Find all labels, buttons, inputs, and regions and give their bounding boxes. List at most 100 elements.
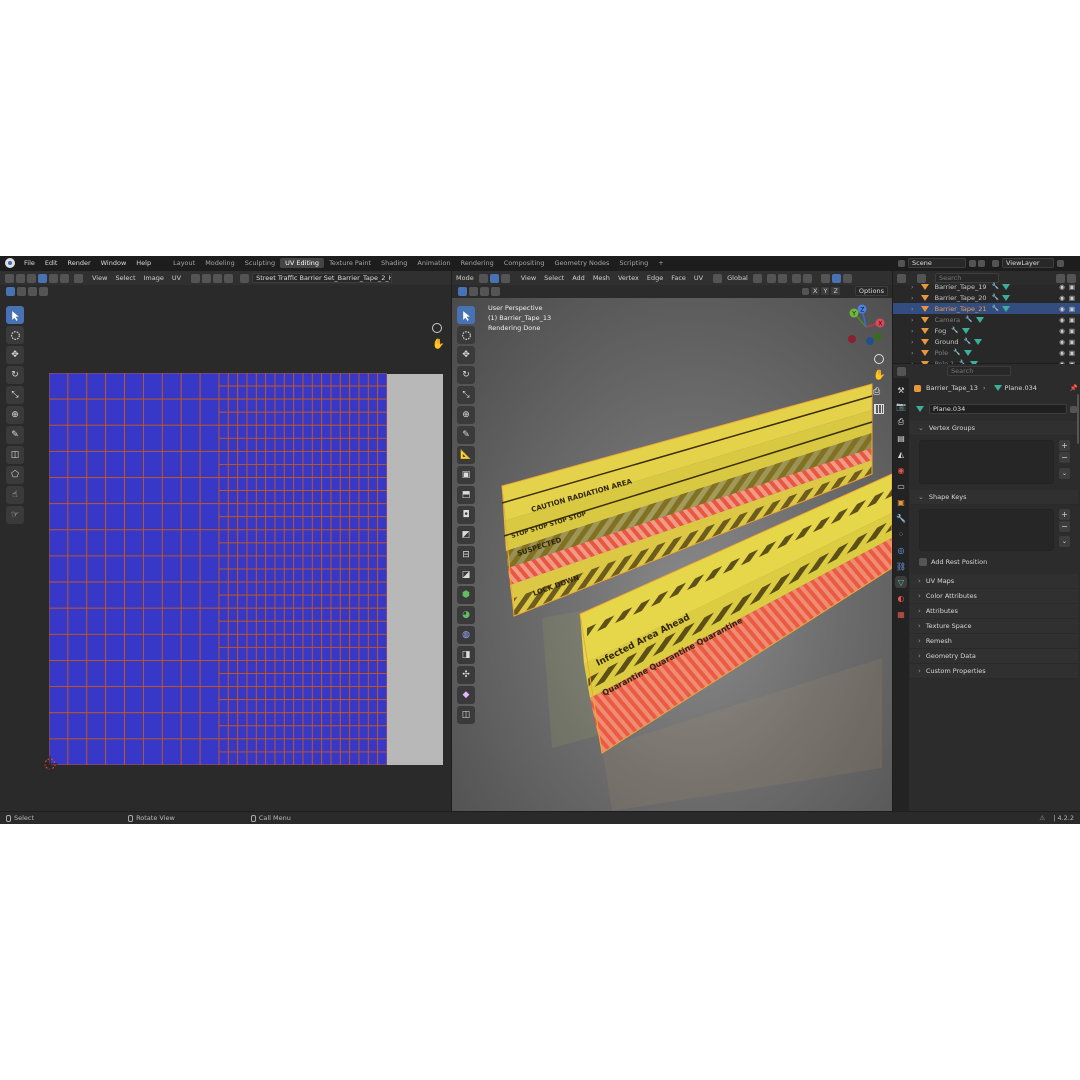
uv-face[interactable]	[124, 712, 144, 740]
uv-face[interactable]	[283, 529, 295, 544]
rip-tool-button[interactable]: ◫	[6, 446, 24, 464]
menu-edit[interactable]: Edit	[40, 259, 63, 267]
uv-face[interactable]	[377, 620, 387, 635]
vp-inset-tool-button[interactable]: ◘	[457, 506, 475, 524]
uv-face[interactable]	[377, 686, 387, 701]
uv-face[interactable]	[67, 660, 88, 688]
pin-icon[interactable]: 📌	[1070, 384, 1078, 392]
render-camera-icon[interactable]: ▣	[1069, 327, 1075, 335]
uv-face[interactable]	[349, 712, 360, 727]
uv-face[interactable]	[274, 555, 285, 570]
vertex-select-icon[interactable]	[27, 273, 36, 283]
uv-face[interactable]	[283, 594, 295, 609]
uv-island-grid[interactable]	[49, 373, 387, 765]
uv-face[interactable]	[161, 503, 182, 531]
add-workspace-button[interactable]: +	[653, 258, 668, 268]
uv-face[interactable]	[49, 529, 69, 557]
uv-face[interactable]	[367, 464, 379, 478]
uv-face[interactable]	[349, 686, 360, 701]
uv-face[interactable]	[218, 424, 229, 439]
uv-face[interactable]	[255, 529, 267, 544]
uv-face[interactable]	[293, 385, 304, 400]
panel-header[interactable]: › Remesh	[910, 634, 1078, 649]
uv-face[interactable]	[246, 607, 257, 622]
vp-menu-vertex[interactable]: Vertex	[614, 274, 643, 282]
uv-face[interactable]	[199, 607, 220, 635]
uv-face[interactable]	[358, 411, 369, 426]
tab-layout[interactable]: Layout	[168, 258, 200, 268]
uv-face[interactable]	[237, 503, 248, 518]
uv-face[interactable]	[124, 660, 144, 688]
uv-face[interactable]	[339, 464, 351, 478]
uv-face[interactable]	[367, 581, 379, 596]
vp-loop-cut-tool-button[interactable]: ⊟	[457, 546, 475, 564]
uv-face[interactable]	[293, 594, 304, 609]
overlay-icon[interactable]	[842, 273, 852, 283]
uv-face[interactable]	[67, 424, 88, 452]
vp-edge-slide-tool-button[interactable]: ◨	[457, 646, 475, 664]
mesh-name-field[interactable]: Plane.034	[929, 404, 1067, 414]
uv-face[interactable]	[321, 503, 332, 518]
render-camera-icon[interactable]: ▣	[1069, 305, 1075, 313]
vp-transform-tool-button[interactable]: ⊕	[457, 406, 475, 424]
uv-face[interactable]	[283, 385, 295, 400]
outliner-row[interactable]: › Barrier_Tape_21 🔧 ◉ ▣	[893, 303, 1080, 314]
uv-face[interactable]	[180, 633, 201, 661]
uv-face[interactable]	[124, 450, 144, 478]
uv-face[interactable]	[180, 607, 201, 635]
sticky-select-icon[interactable]	[74, 273, 83, 283]
uv-face[interactable]	[246, 529, 257, 544]
view-layer-selector[interactable]: ViewLayer	[1002, 258, 1054, 268]
uv-face[interactable]	[142, 686, 163, 714]
select-extend-icon[interactable]	[17, 286, 26, 296]
uv-face[interactable]	[311, 646, 323, 661]
vertex-groups-header[interactable]: ⌄ Vertex Groups	[910, 421, 1078, 436]
uv-face[interactable]	[321, 581, 332, 596]
uv-face[interactable]	[161, 529, 182, 557]
uv-face[interactable]	[274, 503, 285, 518]
uv-face[interactable]	[274, 712, 285, 727]
uv-face[interactable]	[227, 503, 239, 518]
select-invert-icon[interactable]	[39, 286, 48, 296]
uv-face[interactable]	[218, 516, 229, 531]
vp-select-invert-icon[interactable]	[491, 286, 500, 296]
uv-face[interactable]	[199, 450, 220, 478]
uv-face[interactable]	[105, 373, 126, 400]
uv-face[interactable]	[246, 542, 257, 557]
mirror-axis-z[interactable]: Z	[831, 287, 840, 295]
uv-face[interactable]	[311, 437, 323, 452]
breadcrumb-object[interactable]: Barrier_Tape_13	[926, 384, 978, 392]
uv-face[interactable]	[321, 725, 332, 740]
options-dropdown[interactable]: Options	[854, 286, 888, 296]
visibility-eye-icon[interactable]: ◉	[1059, 338, 1065, 346]
uv-face[interactable]	[283, 464, 295, 478]
vp-knife-tool-button[interactable]: ◪	[457, 566, 475, 584]
uv-face[interactable]	[124, 581, 144, 609]
uv-face[interactable]	[49, 424, 69, 452]
uv-face[interactable]	[246, 620, 257, 635]
uv-face[interactable]	[293, 725, 304, 740]
menu-render[interactable]: Render	[62, 259, 95, 267]
uv-face[interactable]	[265, 620, 276, 635]
uv-face[interactable]	[330, 373, 341, 387]
uv-face[interactable]	[349, 594, 360, 609]
uv-face[interactable]	[105, 529, 126, 557]
vertex-mode-icon[interactable]	[478, 273, 488, 283]
tab-uv-editing[interactable]: UV Editing	[280, 258, 325, 268]
uv-face[interactable]	[302, 673, 313, 688]
uv-face[interactable]	[67, 712, 88, 740]
select-tool-button[interactable]	[6, 306, 24, 324]
uv-face[interactable]	[49, 477, 69, 505]
uv-face[interactable]	[265, 751, 276, 765]
view-layer-tab-icon[interactable]: ▤	[895, 432, 907, 444]
uv-face[interactable]	[367, 712, 379, 727]
uv-face[interactable]	[237, 581, 248, 596]
uv-face[interactable]	[218, 450, 229, 465]
uv-face[interactable]	[349, 725, 360, 740]
uv-face[interactable]	[105, 477, 126, 505]
uv-face[interactable]	[265, 699, 276, 714]
uv-face[interactable]	[311, 424, 323, 439]
uv-face[interactable]	[86, 477, 107, 505]
uv-face[interactable]	[358, 542, 369, 557]
scene-selector[interactable]: Scene	[908, 258, 966, 268]
